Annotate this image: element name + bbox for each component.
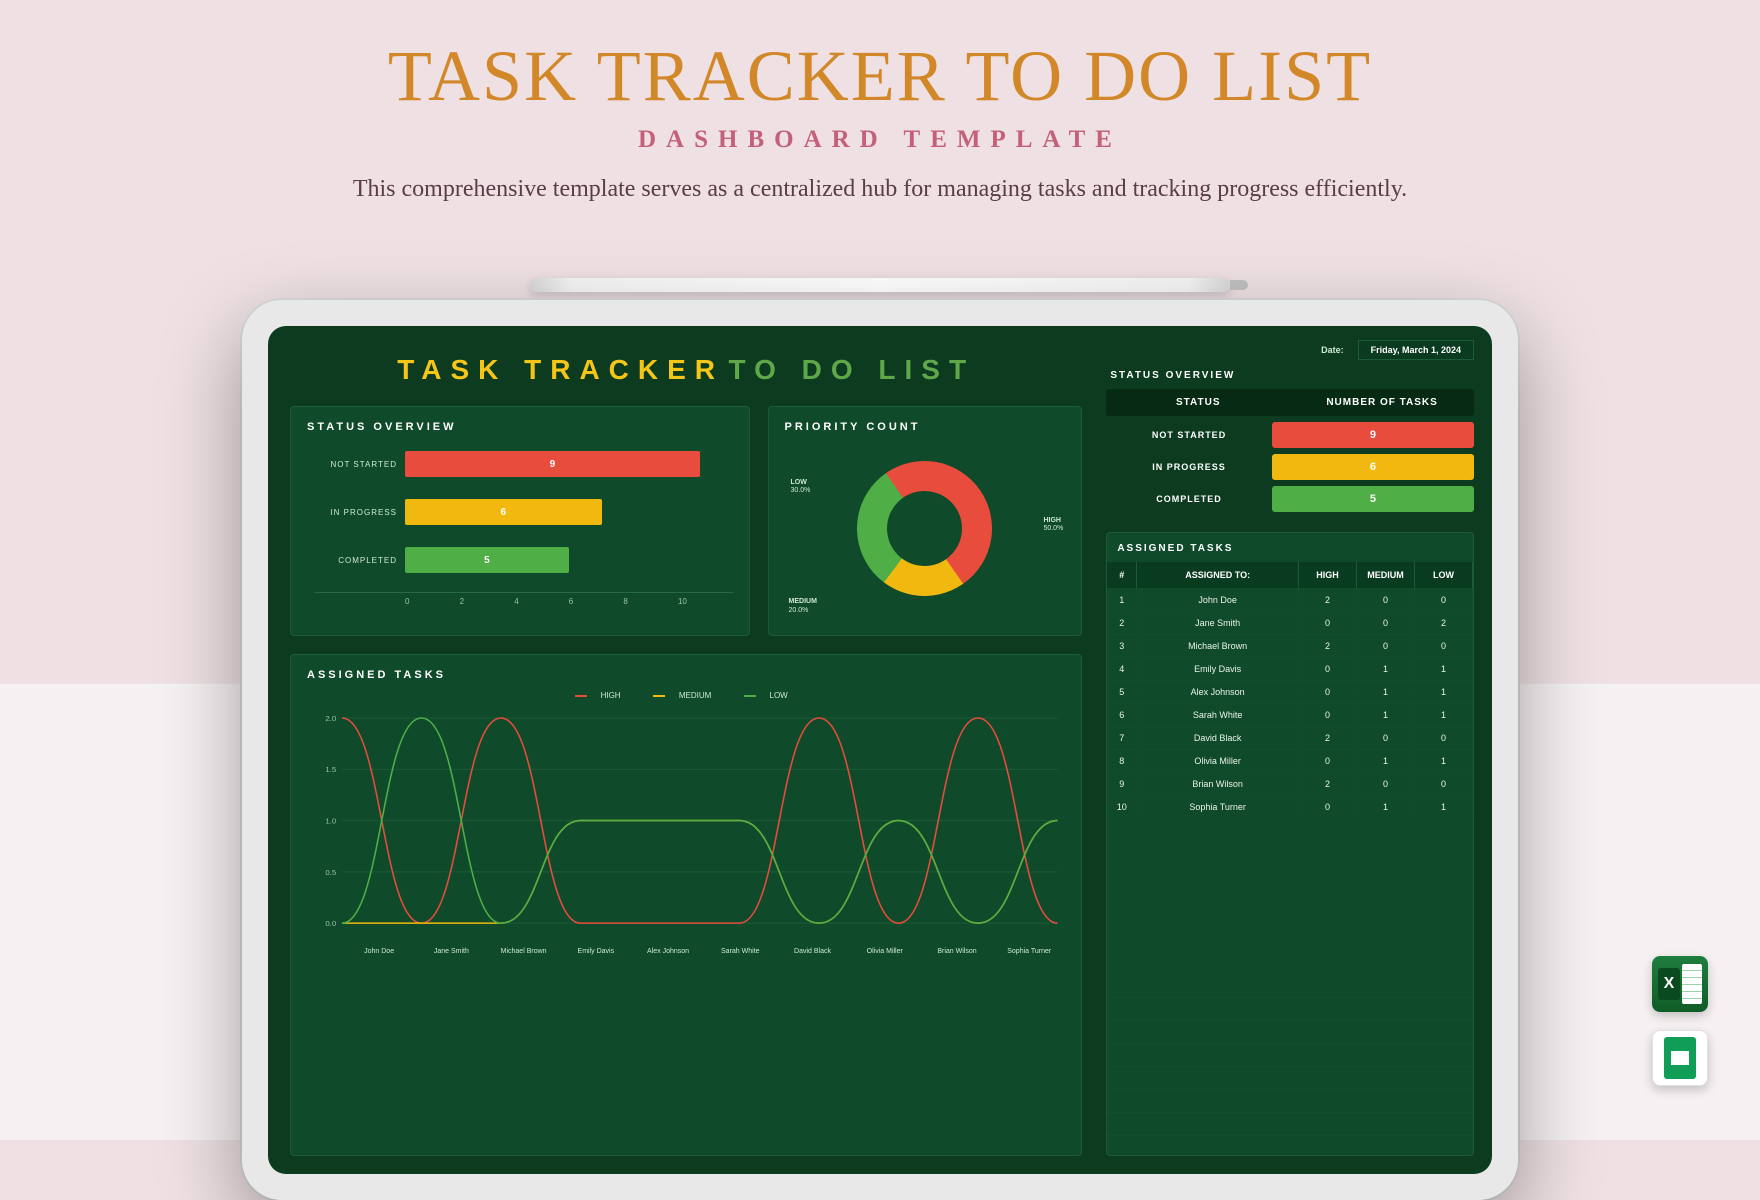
table-row: 7David Black200 [1107,726,1473,749]
table-row: 6Sarah White011 [1107,703,1473,726]
assigned-line-chart: 0.0 0.5 1.0 1.5 2.0 [307,706,1065,941]
table-row: 4Emily Davis011 [1107,657,1473,680]
svg-text:1.5: 1.5 [325,765,336,774]
assigned-table-empty [1107,975,1473,1155]
date-value: Friday, March 1, 2024 [1358,340,1474,360]
priority-count-panel: PRIORITY COUNT HIGH50.0% LOW30.0% MEDIUM… [768,406,1083,636]
status-table-head: STATUS NUMBER OF TASKS [1106,389,1474,416]
status-overview-panel: STATUS OVERVIEW NOT STARTED9 IN PROGRESS6… [290,406,750,636]
google-sheets-icon[interactable] [1652,1030,1708,1086]
bar-row: IN PROGRESS6 [315,491,733,533]
tablet-frame: TASK TRACKER TO DO LIST STATUS OVERVIEW … [242,300,1518,1200]
status-row: COMPLETED5 [1106,486,1474,512]
table-row: 5Alex Johnson011 [1107,680,1473,703]
line-x-names: John DoeJane SmithMichael BrownEmily Dav… [343,948,1065,955]
line-legend: HIGH MEDIUM LOW [307,691,1065,700]
svg-text:0.5: 0.5 [325,868,336,877]
priority-count-title: PRIORITY COUNT [785,421,1066,433]
bar-x-axis: 0246810 [405,597,733,606]
table-row: 10Sophia Turner011 [1107,795,1473,818]
subtitle: DASHBOARD TEMPLATE [0,126,1760,154]
priority-donut-chart: HIGH50.0% LOW30.0% MEDIUM20.0% [785,443,1066,613]
description: This comprehensive template serves as a … [0,176,1760,203]
status-row: NOT STARTED9 [1106,422,1474,448]
dashboard-title: TASK TRACKER TO DO LIST [290,354,1082,386]
svg-text:1.0: 1.0 [325,817,336,826]
status-overview-right-title: STATUS OVERVIEW [1110,370,1474,381]
donut-label-medium: MEDIUM20.0% [789,598,817,615]
status-overview-title: STATUS OVERVIEW [307,421,733,433]
table-row: 9Brian Wilson200 [1107,772,1473,795]
assigned-table-title: ASSIGNED TASKS [1117,543,1473,554]
table-row: 3Michael Brown200 [1107,634,1473,657]
excel-icon[interactable] [1652,956,1708,1012]
dashboard-screen: TASK TRACKER TO DO LIST STATUS OVERVIEW … [268,326,1492,1174]
assigned-tasks-title: ASSIGNED TASKS [307,669,1065,681]
bar-row: NOT STARTED9 [315,443,733,485]
main-title: TASK TRACKER TO DO LIST [0,35,1760,118]
status-row: IN PROGRESS6 [1106,454,1474,480]
donut-icon [831,434,1019,622]
svg-text:0.0: 0.0 [325,919,336,928]
date-label: Date: [1321,345,1344,355]
table-row: 2Jane Smith002 [1107,611,1473,634]
stylus-icon [530,278,1230,292]
assigned-table: ASSIGNED TASKS # ASSIGNED TO: HIGH MEDIU… [1106,532,1474,1156]
table-row: 1John Doe200 [1107,588,1473,611]
svg-text:2.0: 2.0 [325,714,336,723]
assigned-tasks-panel: ASSIGNED TASKS HIGH MEDIUM LOW 0.0 0.5 1.0… [290,654,1082,1156]
donut-label-high: HIGH50.0% [1043,517,1063,534]
page-header: TASK TRACKER TO DO LIST DASHBOARD TEMPLA… [0,0,1760,203]
donut-label-low: LOW30.0% [791,479,811,496]
table-row: 8Olivia Miller011 [1107,749,1473,772]
assigned-table-head: # ASSIGNED TO: HIGH MEDIUM LOW [1107,562,1473,588]
date-row: Date: Friday, March 1, 2024 [1106,340,1474,360]
status-bar-chart: NOT STARTED9 IN PROGRESS6 COMPLETED5 [315,443,733,593]
app-icons [1652,956,1708,1086]
bar-row: COMPLETED5 [315,539,733,581]
